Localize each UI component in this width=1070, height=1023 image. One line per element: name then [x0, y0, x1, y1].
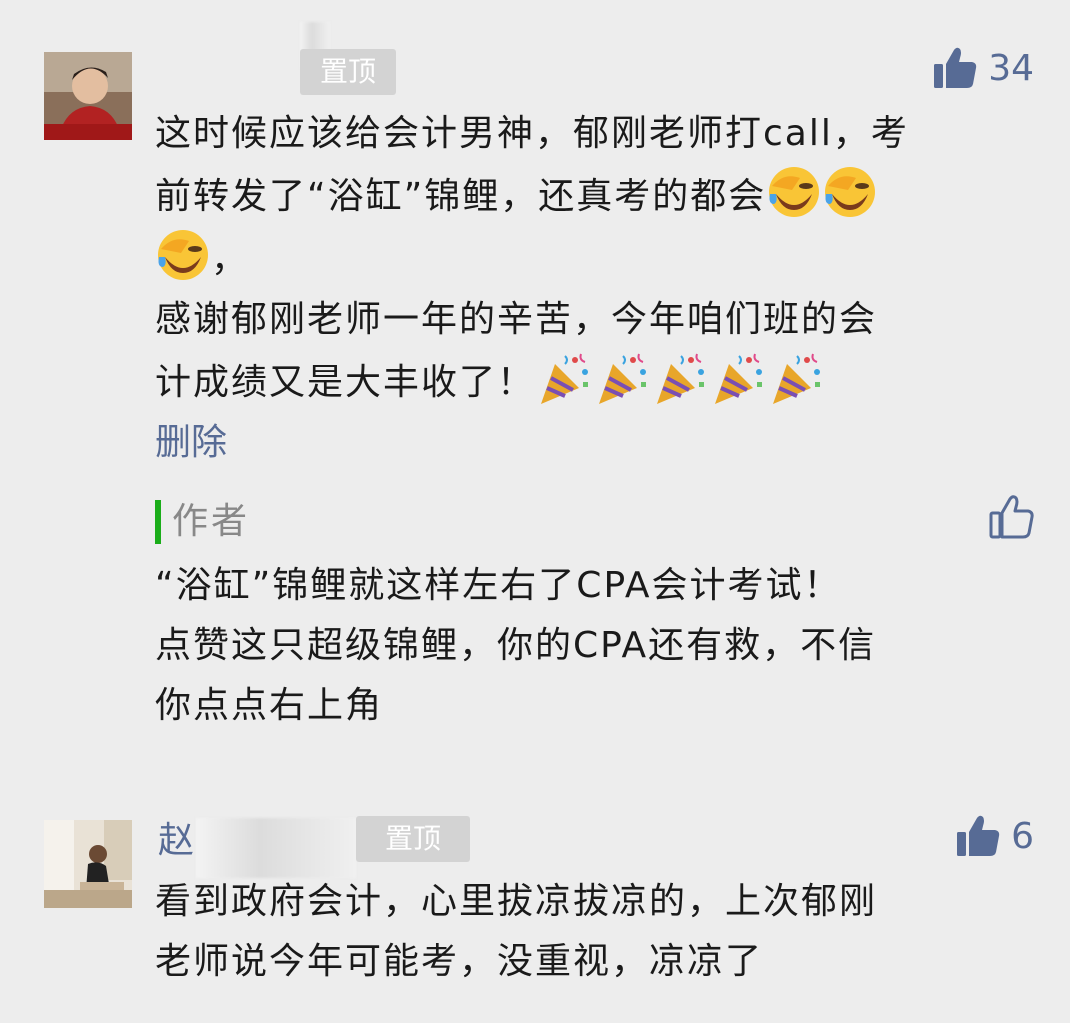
reply-line: 你点点右上角	[155, 685, 384, 726]
face-palm-emoji	[822, 164, 878, 220]
reply-line: 点赞这只超级锦鲤，你的CPA还有救，不信	[155, 625, 877, 666]
avatar[interactable]	[44, 52, 132, 140]
comment-line: 老师说今年可能考，没重视，凉凉了	[155, 941, 764, 982]
comment-line: ，	[211, 239, 250, 280]
author-reply-text: “浴缸”锦鲤就这样左右了CPA会计考试！ 点赞这只超级锦鲤，你的CPA还有救，不…	[155, 556, 1035, 736]
author-reply-like-button[interactable]	[988, 494, 1034, 544]
like-count: 6	[1011, 815, 1034, 857]
comment-line: 计成绩又是大丰收了！	[155, 362, 536, 403]
comment-line: 感谢郁刚老师一年的辛苦，今年咱们班的会	[155, 299, 878, 340]
thumbs-up-filled-icon	[934, 47, 977, 88]
party-popper-emoji	[535, 350, 593, 408]
like-count: 34	[988, 47, 1034, 89]
comment-text: 看到政府会计，心里拔凉拔凉的，上次郁刚 老师说今年可能考，没重视，凉凉了	[155, 872, 1035, 992]
pin-badge: 置顶	[300, 49, 396, 95]
author-label: 作者	[172, 501, 251, 542]
username-redacted	[196, 818, 356, 878]
comment-line: 前转发了“浴缸”锦鲤，还真考的都会	[155, 176, 767, 217]
avatar[interactable]	[44, 820, 132, 908]
like-button[interactable]: 6	[955, 814, 1034, 858]
reply-line: “浴缸”锦鲤就这样左右了CPA会计考试！	[155, 565, 842, 606]
party-popper-emoji	[651, 350, 709, 408]
party-popper-emoji	[593, 350, 651, 408]
comment-line: 这时候应该给会计男神，郁刚老师打call，考	[155, 113, 909, 154]
delete-link[interactable]: 删除	[155, 418, 227, 468]
like-button[interactable]: 34	[932, 46, 1034, 90]
comment-line: 看到政府会计，心里拔凉拔凉的，上次郁刚	[155, 881, 878, 922]
party-popper-emoji	[767, 350, 825, 408]
thumbs-up-outline-icon	[989, 495, 1034, 539]
comment-text: 这时候应该给会计男神，郁刚老师打call，考 前转发了“浴缸”锦鲤，还真考的都会…	[155, 104, 1035, 413]
pin-badge: 置顶	[356, 816, 470, 862]
author-reply-marker	[155, 500, 161, 544]
face-palm-emoji	[155, 227, 211, 283]
face-palm-emoji	[766, 164, 822, 220]
username-first-char[interactable]: 赵	[158, 818, 194, 864]
party-popper-emoji	[709, 350, 767, 408]
thumbs-up-filled-icon	[957, 815, 1000, 856]
